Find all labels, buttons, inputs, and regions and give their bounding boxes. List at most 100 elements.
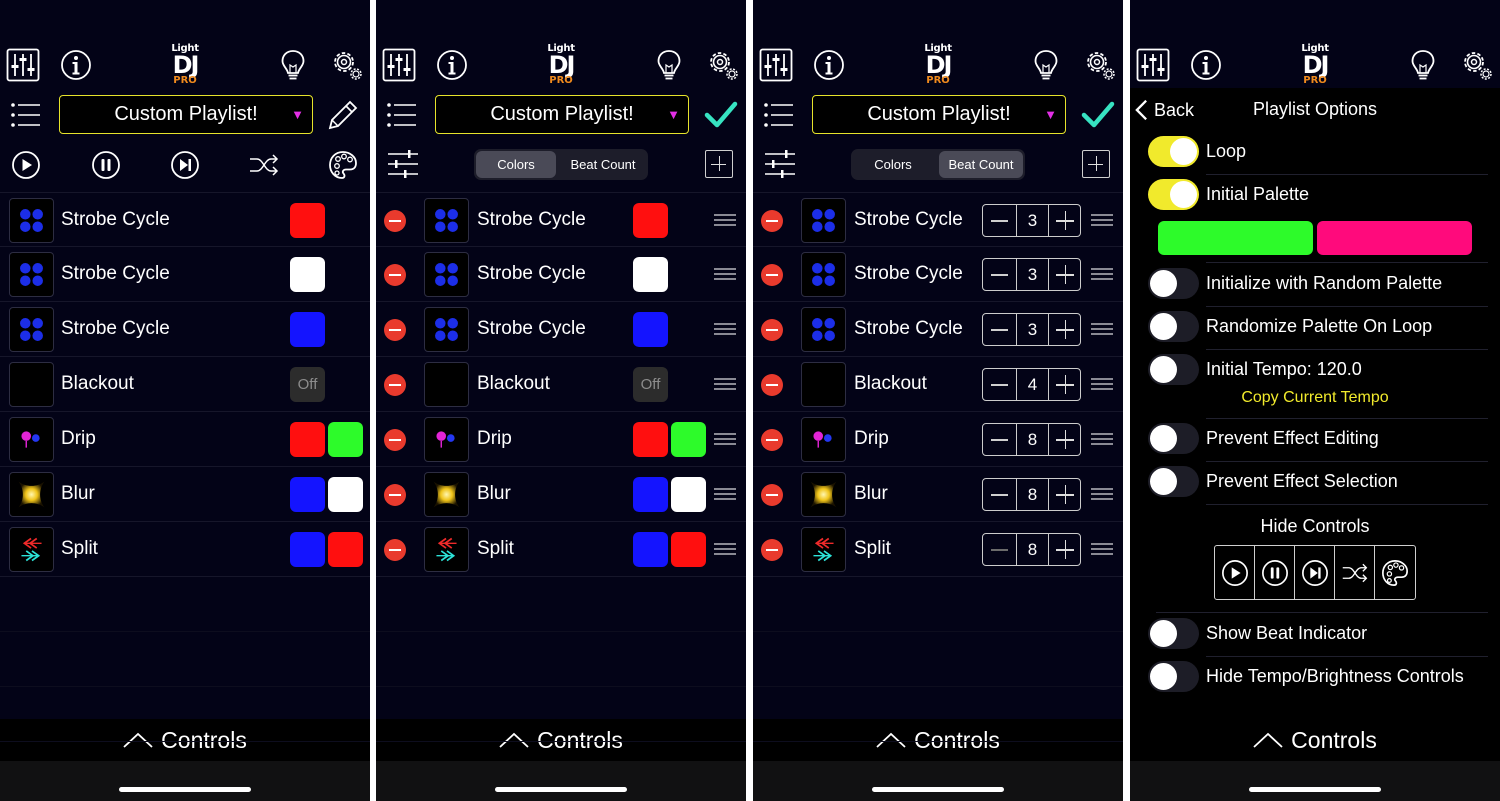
decrement-button[interactable] (983, 259, 1016, 290)
playlist-dropdown[interactable]: Custom Playlist! ▼ (435, 95, 689, 134)
effect-row[interactable]: Blur 8 (753, 467, 1123, 522)
off-badge[interactable]: Off (633, 367, 668, 402)
effect-row[interactable]: Strobe Cycle (376, 192, 746, 247)
delete-icon[interactable] (761, 264, 783, 286)
bulb-icon[interactable] (652, 48, 686, 82)
list-icon[interactable] (10, 102, 42, 128)
effect-row[interactable]: Strobe Cycle (0, 192, 370, 247)
delete-icon[interactable] (761, 484, 783, 506)
effect-row[interactable]: Split (376, 522, 746, 577)
randomize-loop-toggle[interactable] (1148, 311, 1199, 342)
show-beat-toggle[interactable] (1148, 618, 1199, 649)
decrement-button[interactable] (983, 369, 1016, 400)
off-badge[interactable]: Off (290, 367, 325, 402)
gear-icon[interactable] (1460, 48, 1494, 82)
playlist-dropdown[interactable]: Custom Playlist! ▼ (812, 95, 1066, 134)
delete-icon[interactable] (761, 210, 783, 232)
drag-handle-icon[interactable] (1091, 488, 1113, 500)
color-swatch[interactable] (290, 203, 325, 238)
decrement-button[interactable] (983, 314, 1016, 345)
effect-row[interactable]: Strobe Cycle 3 (753, 247, 1123, 302)
hide-play-toggle[interactable] (1215, 546, 1255, 599)
effect-row[interactable]: Drip (0, 412, 370, 467)
color-swatch[interactable] (633, 422, 668, 457)
tab-colors[interactable]: Colors (476, 151, 556, 178)
effect-row[interactable]: Blur (0, 467, 370, 522)
info-icon[interactable] (435, 48, 469, 82)
color-swatch[interactable] (290, 312, 325, 347)
decrement-button[interactable] (983, 205, 1016, 236)
effect-row[interactable]: Split 8 (753, 522, 1123, 577)
controls-bar[interactable]: Controls (1130, 719, 1500, 761)
shuffle-icon[interactable] (248, 153, 280, 177)
increment-button[interactable] (1049, 369, 1082, 400)
delete-icon[interactable] (761, 319, 783, 341)
pause-icon[interactable] (91, 150, 121, 180)
color-swatch[interactable] (671, 477, 706, 512)
add-effect-button[interactable] (1082, 150, 1110, 178)
hide-tempo-toggle[interactable] (1148, 661, 1199, 692)
effect-row[interactable]: Blur (376, 467, 746, 522)
color-swatch[interactable] (633, 257, 668, 292)
delete-icon[interactable] (384, 264, 406, 286)
palette-icon[interactable] (328, 150, 358, 180)
bulb-icon[interactable] (276, 48, 310, 82)
effect-row[interactable]: Strobe Cycle 3 (753, 302, 1123, 357)
drag-handle-icon[interactable] (714, 378, 736, 390)
delete-icon[interactable] (384, 374, 406, 396)
effect-row[interactable]: Strobe Cycle (376, 247, 746, 302)
color-swatch[interactable] (633, 532, 668, 567)
color-swatch[interactable] (290, 477, 325, 512)
tab-beat-count[interactable]: Beat Count (939, 151, 1023, 178)
color-swatch[interactable] (671, 532, 706, 567)
check-icon[interactable] (1081, 98, 1115, 132)
mixer-icon[interactable] (382, 48, 416, 82)
palette-swatch-green[interactable] (1158, 221, 1313, 255)
drag-handle-icon[interactable] (714, 543, 736, 555)
drag-handle-icon[interactable] (1091, 323, 1113, 335)
delete-icon[interactable] (761, 429, 783, 451)
gear-icon[interactable] (706, 48, 740, 82)
effect-row[interactable]: Strobe Cycle 3 (753, 192, 1123, 247)
increment-button[interactable] (1049, 534, 1082, 565)
prevent-editing-toggle[interactable] (1148, 423, 1199, 454)
initial-palette-toggle[interactable] (1148, 179, 1199, 210)
initial-tempo-toggle[interactable] (1148, 354, 1199, 385)
drag-handle-icon[interactable] (714, 214, 736, 226)
delete-icon[interactable] (761, 539, 783, 561)
effect-row[interactable]: Blackout Off (376, 357, 746, 412)
color-swatch[interactable] (633, 477, 668, 512)
play-icon[interactable] (11, 150, 41, 180)
increment-button[interactable] (1049, 479, 1082, 510)
playlist-dropdown[interactable]: Custom Playlist! ▼ (59, 95, 313, 134)
delete-icon[interactable] (384, 484, 406, 506)
hide-next-toggle[interactable] (1295, 546, 1335, 599)
tab-colors[interactable]: Colors (853, 151, 933, 178)
next-icon[interactable] (170, 150, 200, 180)
info-icon[interactable] (59, 48, 93, 82)
tab-beat-count[interactable]: Beat Count (560, 151, 646, 178)
decrement-button[interactable] (983, 479, 1016, 510)
effect-row[interactable]: Split (0, 522, 370, 577)
color-swatch[interactable] (290, 532, 325, 567)
color-swatch[interactable] (328, 477, 363, 512)
loop-toggle[interactable] (1148, 136, 1199, 167)
effect-row[interactable]: Strobe Cycle (0, 247, 370, 302)
delete-icon[interactable] (384, 539, 406, 561)
prevent-selection-toggle[interactable] (1148, 466, 1199, 497)
drag-handle-icon[interactable] (1091, 543, 1113, 555)
bulb-icon[interactable] (1029, 48, 1063, 82)
delete-icon[interactable] (384, 210, 406, 232)
color-swatch[interactable] (633, 312, 668, 347)
sliders-icon[interactable] (764, 148, 796, 180)
copy-tempo-button[interactable]: Copy Current Tempo (1130, 389, 1500, 407)
info-icon[interactable] (812, 48, 846, 82)
drag-handle-icon[interactable] (1091, 268, 1113, 280)
hide-palette-toggle[interactable] (1375, 546, 1415, 599)
effect-row[interactable]: Drip 8 (753, 412, 1123, 467)
increment-button[interactable] (1049, 314, 1082, 345)
drag-handle-icon[interactable] (714, 323, 736, 335)
delete-icon[interactable] (384, 429, 406, 451)
palette-swatch-pink[interactable] (1317, 221, 1472, 255)
mixer-icon[interactable] (759, 48, 793, 82)
